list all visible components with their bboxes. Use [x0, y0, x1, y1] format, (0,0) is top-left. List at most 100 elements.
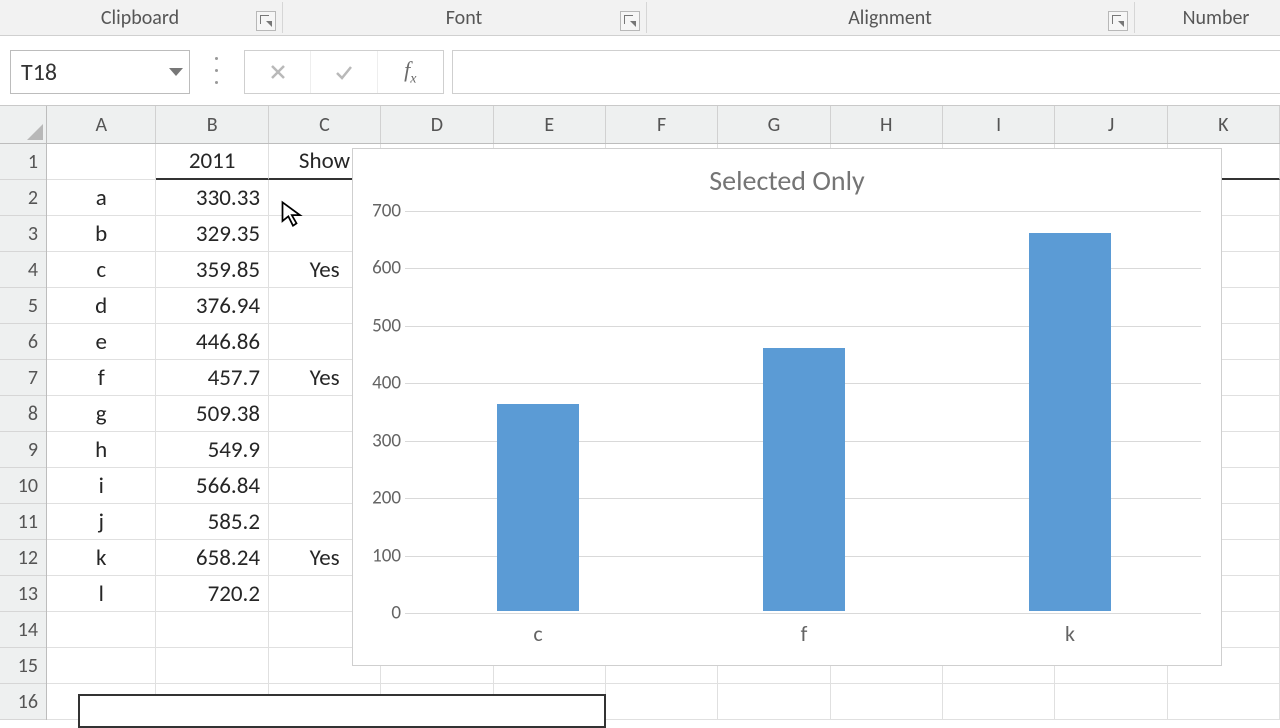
- chart-bar[interactable]: [1029, 233, 1111, 611]
- ribbon-group-number[interactable]: Number: [1136, 0, 1280, 36]
- select-all-corner[interactable]: [0, 106, 47, 144]
- cell[interactable]: e: [47, 324, 156, 360]
- chevron-down-icon[interactable]: [169, 68, 183, 76]
- clipboard-launcher-icon[interactable]: [256, 11, 276, 31]
- cell[interactable]: 585.2: [156, 504, 269, 540]
- row-header-4[interactable]: 4: [0, 252, 46, 288]
- col-header-F[interactable]: F: [606, 106, 718, 143]
- col-header-E[interactable]: E: [494, 106, 606, 143]
- name-box-resize-handle[interactable]: [210, 52, 222, 89]
- row-header-7[interactable]: 7: [0, 360, 46, 396]
- row-header-8[interactable]: 8: [0, 396, 46, 432]
- cell[interactable]: i: [47, 468, 156, 504]
- cell[interactable]: 720.2: [156, 576, 269, 612]
- chart-gridline: [405, 613, 1201, 614]
- row-header-5[interactable]: 5: [0, 288, 46, 324]
- cell[interactable]: 566.84: [156, 468, 269, 504]
- col-header-D[interactable]: D: [381, 106, 493, 143]
- cell[interactable]: 549.9: [156, 432, 269, 468]
- cell[interactable]: 2011: [156, 144, 268, 180]
- cell[interactable]: c: [47, 252, 156, 288]
- row-header-16[interactable]: 16: [0, 684, 46, 720]
- ribbon-group-alignment[interactable]: Alignment: [648, 0, 1132, 36]
- col-header-H[interactable]: H: [831, 106, 943, 143]
- chart-xtick: k: [1029, 620, 1111, 647]
- cell[interactable]: k: [47, 540, 156, 576]
- col-header-C[interactable]: C: [269, 106, 381, 143]
- embedded-chart[interactable]: Selected Only 0100200300400500600700cfk: [352, 148, 1222, 666]
- cell[interactable]: [156, 648, 268, 684]
- ribbon-group-font[interactable]: Font: [284, 0, 644, 36]
- col-header-K[interactable]: K: [1168, 106, 1280, 143]
- cell[interactable]: [47, 648, 156, 684]
- cell[interactable]: 446.86: [156, 324, 269, 360]
- formula-input[interactable]: [452, 50, 1280, 94]
- cell[interactable]: 376.94: [156, 288, 269, 324]
- cell[interactable]: [47, 144, 156, 180]
- col-header-G[interactable]: G: [718, 106, 830, 143]
- chart-ytick: 300: [361, 429, 401, 452]
- cell[interactable]: b: [47, 216, 156, 252]
- ribbon-group-clipboard[interactable]: Clipboard: [0, 0, 280, 36]
- col-header-B[interactable]: B: [156, 106, 268, 143]
- col-header-J[interactable]: J: [1055, 106, 1167, 143]
- row-header-6[interactable]: 6: [0, 324, 46, 360]
- chart-title[interactable]: Selected Only: [353, 163, 1221, 198]
- embedded-rectangle[interactable]: [78, 694, 606, 728]
- font-launcher-icon[interactable]: [620, 11, 640, 31]
- cell[interactable]: 329.35: [156, 216, 269, 252]
- cell[interactable]: d: [47, 288, 156, 324]
- cell[interactable]: [718, 684, 830, 720]
- cell[interactable]: f: [47, 360, 156, 396]
- row-header-13[interactable]: 13: [0, 576, 46, 612]
- cell[interactable]: [156, 612, 268, 648]
- chart-bar[interactable]: [497, 404, 579, 611]
- cell[interactable]: 359.85: [156, 252, 269, 288]
- ribbon-separator: [1134, 2, 1135, 33]
- chart-ytick: 700: [361, 200, 401, 223]
- row-header-11[interactable]: 11: [0, 504, 46, 540]
- cell[interactable]: l: [47, 576, 156, 612]
- insert-function-button[interactable]: fx: [378, 51, 443, 93]
- ribbon-group-row: Clipboard Font Alignment Number: [0, 0, 1280, 36]
- cell[interactable]: [943, 684, 1055, 720]
- cell[interactable]: 509.38: [156, 396, 269, 432]
- chart-bar[interactable]: [763, 348, 845, 611]
- cell[interactable]: [47, 612, 156, 648]
- enter-formula-button[interactable]: [311, 51, 377, 93]
- cell[interactable]: 658.24: [156, 540, 269, 576]
- cell[interactable]: [831, 684, 943, 720]
- cell[interactable]: j: [47, 504, 156, 540]
- chart-plot-area[interactable]: 0100200300400500600700cfk: [405, 211, 1201, 611]
- cell[interactable]: [1168, 684, 1280, 720]
- cell[interactable]: [606, 684, 718, 720]
- chart-xtick: f: [763, 620, 845, 647]
- column-headers[interactable]: ABCDEFGHIJK: [47, 106, 1280, 144]
- cell[interactable]: 457.7: [156, 360, 269, 396]
- row-header-1[interactable]: 1: [0, 144, 46, 180]
- name-box[interactable]: T18: [10, 50, 190, 94]
- cell[interactable]: [1055, 684, 1167, 720]
- cancel-formula-button[interactable]: [245, 51, 311, 93]
- row-header-12[interactable]: 12: [0, 540, 46, 576]
- row-header-2[interactable]: 2: [0, 180, 46, 216]
- ribbon-separator: [282, 2, 283, 33]
- formula-bar: T18 fx: [0, 36, 1280, 106]
- chart-ytick: 600: [361, 257, 401, 280]
- check-icon: [334, 62, 354, 82]
- cell[interactable]: a: [47, 180, 156, 216]
- row-header-14[interactable]: 14: [0, 612, 46, 648]
- cell[interactable]: h: [47, 432, 156, 468]
- alignment-launcher-icon[interactable]: [1108, 11, 1128, 31]
- chart-xtick: c: [497, 620, 579, 647]
- row-headers[interactable]: 12345678910111213141516: [0, 144, 47, 720]
- chart-ytick: 100: [361, 544, 401, 567]
- cell[interactable]: g: [47, 396, 156, 432]
- cell[interactable]: 330.33: [156, 180, 269, 216]
- row-header-3[interactable]: 3: [0, 216, 46, 252]
- row-header-9[interactable]: 9: [0, 432, 46, 468]
- row-header-10[interactable]: 10: [0, 468, 46, 504]
- col-header-I[interactable]: I: [943, 106, 1055, 143]
- col-header-A[interactable]: A: [47, 106, 156, 143]
- row-header-15[interactable]: 15: [0, 648, 46, 684]
